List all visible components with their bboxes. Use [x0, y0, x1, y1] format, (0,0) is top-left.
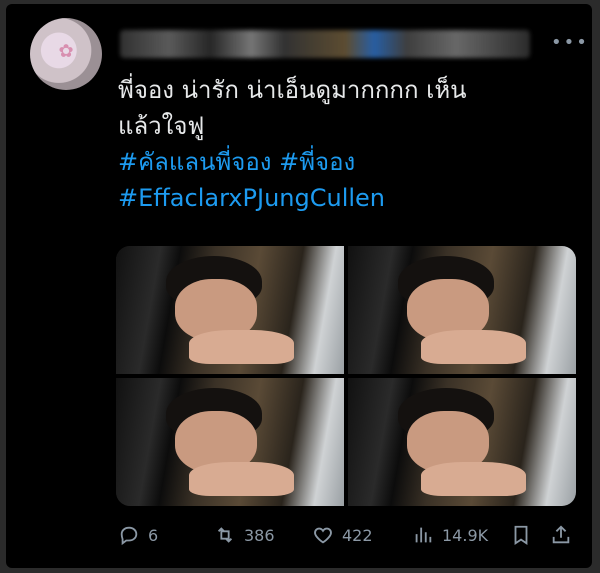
- photo-1[interactable]: [116, 246, 344, 374]
- share-icon: [552, 525, 570, 544]
- photo-2[interactable]: [348, 246, 576, 374]
- hashtag-line[interactable]: #EffaclarxPJungCullen: [118, 180, 558, 216]
- tweet-card: ✿ ••• พี่จอง น่ารัก น่าเอ็นดูมากกกก เห็น…: [6, 4, 592, 568]
- heart-icon: [314, 527, 332, 544]
- bookmark-button[interactable]: [510, 520, 532, 550]
- action-bar: 6 386 422 14.9K: [118, 520, 578, 550]
- reply-button[interactable]: 6: [118, 520, 158, 550]
- blurred-author-name[interactable]: [120, 30, 530, 58]
- media-grid: [116, 246, 576, 506]
- more-icon[interactable]: •••: [551, 32, 589, 53]
- avatar-image: ✿: [58, 41, 74, 62]
- tweet-text: พี่จอง น่ารัก น่าเอ็นดูมากกกก เห็น แล้วใ…: [118, 72, 558, 216]
- views-button[interactable]: 14.9K: [412, 520, 488, 550]
- retweet-icon: [217, 527, 233, 543]
- like-button[interactable]: 422: [312, 520, 373, 550]
- tweet-text-line: พี่จอง น่ารัก น่าเอ็นดูมากกกก เห็น: [118, 76, 467, 104]
- reply-icon: [120, 526, 138, 546]
- photo-4[interactable]: [348, 378, 576, 506]
- photo-3[interactable]: [116, 378, 344, 506]
- bookmark-icon: [514, 525, 528, 545]
- like-count: 422: [342, 525, 373, 545]
- views-count: 14.9K: [442, 525, 489, 545]
- views-icon: [415, 527, 432, 543]
- avatar[interactable]: ✿: [30, 18, 102, 90]
- hashtag-line[interactable]: #คัลแลนพี่จอง #พี่จอง: [118, 144, 558, 180]
- retweet-count: 386: [244, 525, 275, 545]
- tweet-text-line: แล้วใจฟู: [118, 112, 205, 140]
- reply-count: 6: [148, 525, 159, 545]
- share-button[interactable]: [550, 520, 572, 550]
- retweet-button[interactable]: 386: [214, 520, 275, 550]
